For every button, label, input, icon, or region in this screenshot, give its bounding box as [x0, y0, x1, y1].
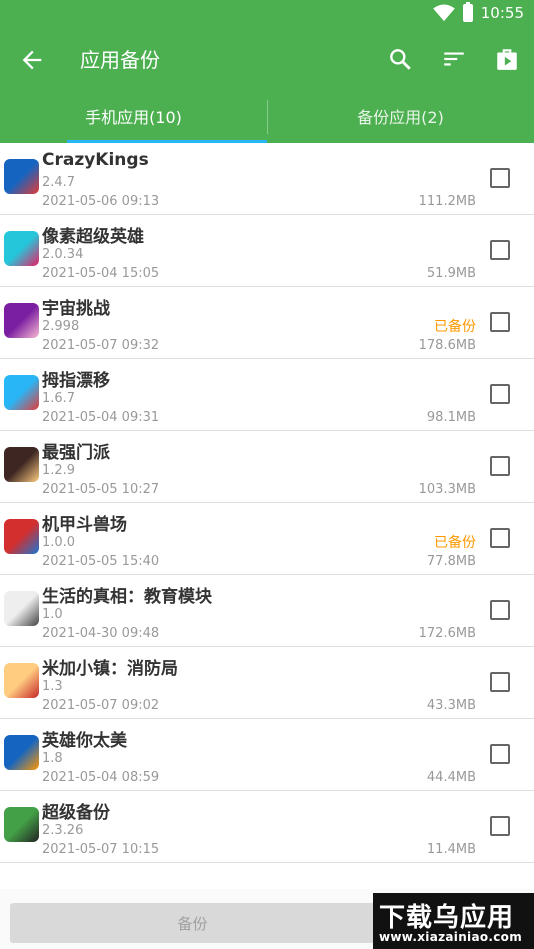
app-install-date: 2021-05-07 09:02 — [42, 698, 160, 713]
app-icon — [4, 447, 39, 482]
sort-icon[interactable] — [441, 46, 467, 72]
watermark-logo: 下载乌应用 www.xiazainiao.com — [373, 893, 534, 949]
app-list-item[interactable]: CrazyKings 2.4.7 2021-05-06 09:13 111.2MB — [0, 143, 534, 215]
app-name: 像素超级英雄 — [42, 227, 144, 247]
app-name: CrazyKings — [42, 150, 149, 170]
tab-label: 备份应用(2) — [357, 107, 444, 127]
watermark-title: 下载乌应用 — [379, 903, 515, 933]
backup-button[interactable]: 备份 — [10, 903, 375, 943]
app-version: 1.6.7 — [42, 391, 76, 406]
app-install-date: 2021-05-07 10:15 — [42, 842, 160, 857]
app-name: 机甲斗兽场 — [42, 515, 127, 535]
app-version: 2.3.26 — [42, 823, 84, 838]
tab-backup-apps[interactable]: 备份应用(2) — [267, 88, 534, 143]
select-checkbox[interactable] — [490, 744, 510, 764]
app-icon — [4, 303, 39, 338]
tab-phone-apps[interactable]: 手机应用(10) — [0, 88, 267, 143]
page-title: 应用备份 — [80, 48, 160, 72]
app-version: 1.3 — [42, 679, 63, 694]
app-list-item[interactable]: 英雄你太美 1.8 2021-05-04 08:59 44.4MB — [0, 719, 534, 791]
app-icon — [4, 231, 39, 266]
app-icon — [4, 663, 39, 698]
app-version: 1.2.9 — [42, 463, 76, 478]
select-checkbox[interactable] — [490, 240, 510, 260]
select-checkbox[interactable] — [490, 456, 510, 476]
status-bar: 10:55 — [0, 0, 534, 30]
app-size: 77.8MB — [426, 554, 476, 569]
select-checkbox[interactable] — [490, 816, 510, 836]
select-checkbox[interactable] — [490, 312, 510, 332]
app-install-date: 2021-05-05 10:27 — [42, 482, 160, 497]
app-size: 172.6MB — [418, 626, 476, 641]
store-bag-icon[interactable] — [494, 46, 520, 72]
battery-icon — [462, 2, 473, 22]
app-size: 51.9MB — [426, 266, 476, 281]
back-arrow-icon[interactable] — [18, 46, 46, 74]
select-checkbox[interactable] — [490, 600, 510, 620]
app-name: 最强门派 — [42, 443, 110, 463]
app-install-date: 2021-05-06 09:13 — [42, 194, 160, 209]
app-list-item[interactable]: 最强门派 1.2.9 2021-05-05 10:27 103.3MB — [0, 431, 534, 503]
app-name: 生活的真相：教育模块 — [42, 587, 212, 607]
app-icon — [4, 519, 39, 554]
app-install-date: 2021-05-04 08:59 — [42, 770, 160, 785]
app-install-date: 2021-05-04 09:31 — [42, 410, 160, 425]
app-size: 103.3MB — [418, 482, 476, 497]
app-list-item[interactable]: 像素超级英雄 2.0.34 2021-05-04 15:05 51.9MB — [0, 215, 534, 287]
tab-divider — [267, 100, 268, 134]
app-icon — [4, 591, 39, 626]
select-checkbox[interactable] — [490, 672, 510, 692]
select-checkbox[interactable] — [490, 168, 510, 188]
app-version: 2.4.7 — [42, 175, 76, 190]
app-install-date: 2021-05-04 15:05 — [42, 266, 160, 281]
app-install-date: 2021-04-30 09:48 — [42, 626, 160, 641]
backup-status-badge: 已备份 — [434, 535, 476, 551]
app-size: 43.3MB — [426, 698, 476, 713]
tab-label: 手机应用(10) — [85, 107, 182, 127]
app-list: CrazyKings 2.4.7 2021-05-06 09:13 111.2MB 像素… — [0, 143, 534, 863]
app-name: 拇指漂移 — [42, 371, 110, 391]
app-size: 111.2MB — [418, 194, 476, 209]
search-icon[interactable] — [387, 46, 413, 72]
app-icon — [4, 375, 39, 410]
app-name: 超级备份 — [42, 803, 110, 823]
app-version: 2.998 — [42, 319, 80, 334]
status-time: 10:55 — [480, 4, 524, 22]
app-version: 1.0 — [42, 607, 63, 622]
app-list-item[interactable]: 米加小镇：消防局 1.3 2021-05-07 09:02 43.3MB — [0, 647, 534, 719]
app-size: 98.1MB — [426, 410, 476, 425]
app-icon — [4, 735, 39, 770]
app-list-item[interactable]: 超级备份 2.3.26 2021-05-07 10:15 11.4MB — [0, 791, 534, 863]
app-list-item[interactable]: 宇宙挑战 2.998 2021-05-07 09:32 178.6MB 已备份 — [0, 287, 534, 359]
app-icon — [4, 159, 39, 194]
wifi-icon — [432, 4, 455, 22]
app-version: 1.8 — [42, 751, 63, 766]
app-install-date: 2021-05-05 15:40 — [42, 554, 160, 569]
backup-status-badge: 已备份 — [434, 319, 476, 335]
app-bar: 应用备份 — [0, 30, 534, 88]
app-size: 11.4MB — [426, 842, 476, 857]
app-name: 米加小镇：消防局 — [42, 659, 178, 679]
app-size: 44.4MB — [426, 770, 476, 785]
app-version: 1.0.0 — [42, 535, 76, 550]
app-list-item[interactable]: 机甲斗兽场 1.0.0 2021-05-05 15:40 77.8MB 已备份 — [0, 503, 534, 575]
watermark-url: www.xiazainiao.com — [379, 930, 523, 944]
app-size: 178.6MB — [418, 338, 476, 353]
app-list-item[interactable]: 生活的真相：教育模块 1.0 2021-04-30 09:48 172.6MB — [0, 575, 534, 647]
select-checkbox[interactable] — [490, 384, 510, 404]
app-install-date: 2021-05-07 09:32 — [42, 338, 160, 353]
app-name: 宇宙挑战 — [42, 299, 110, 319]
app-list-item[interactable]: 拇指漂移 1.6.7 2021-05-04 09:31 98.1MB — [0, 359, 534, 431]
app-icon — [4, 807, 39, 842]
select-checkbox[interactable] — [490, 528, 510, 548]
app-version: 2.0.34 — [42, 247, 84, 262]
app-name: 英雄你太美 — [42, 731, 127, 751]
